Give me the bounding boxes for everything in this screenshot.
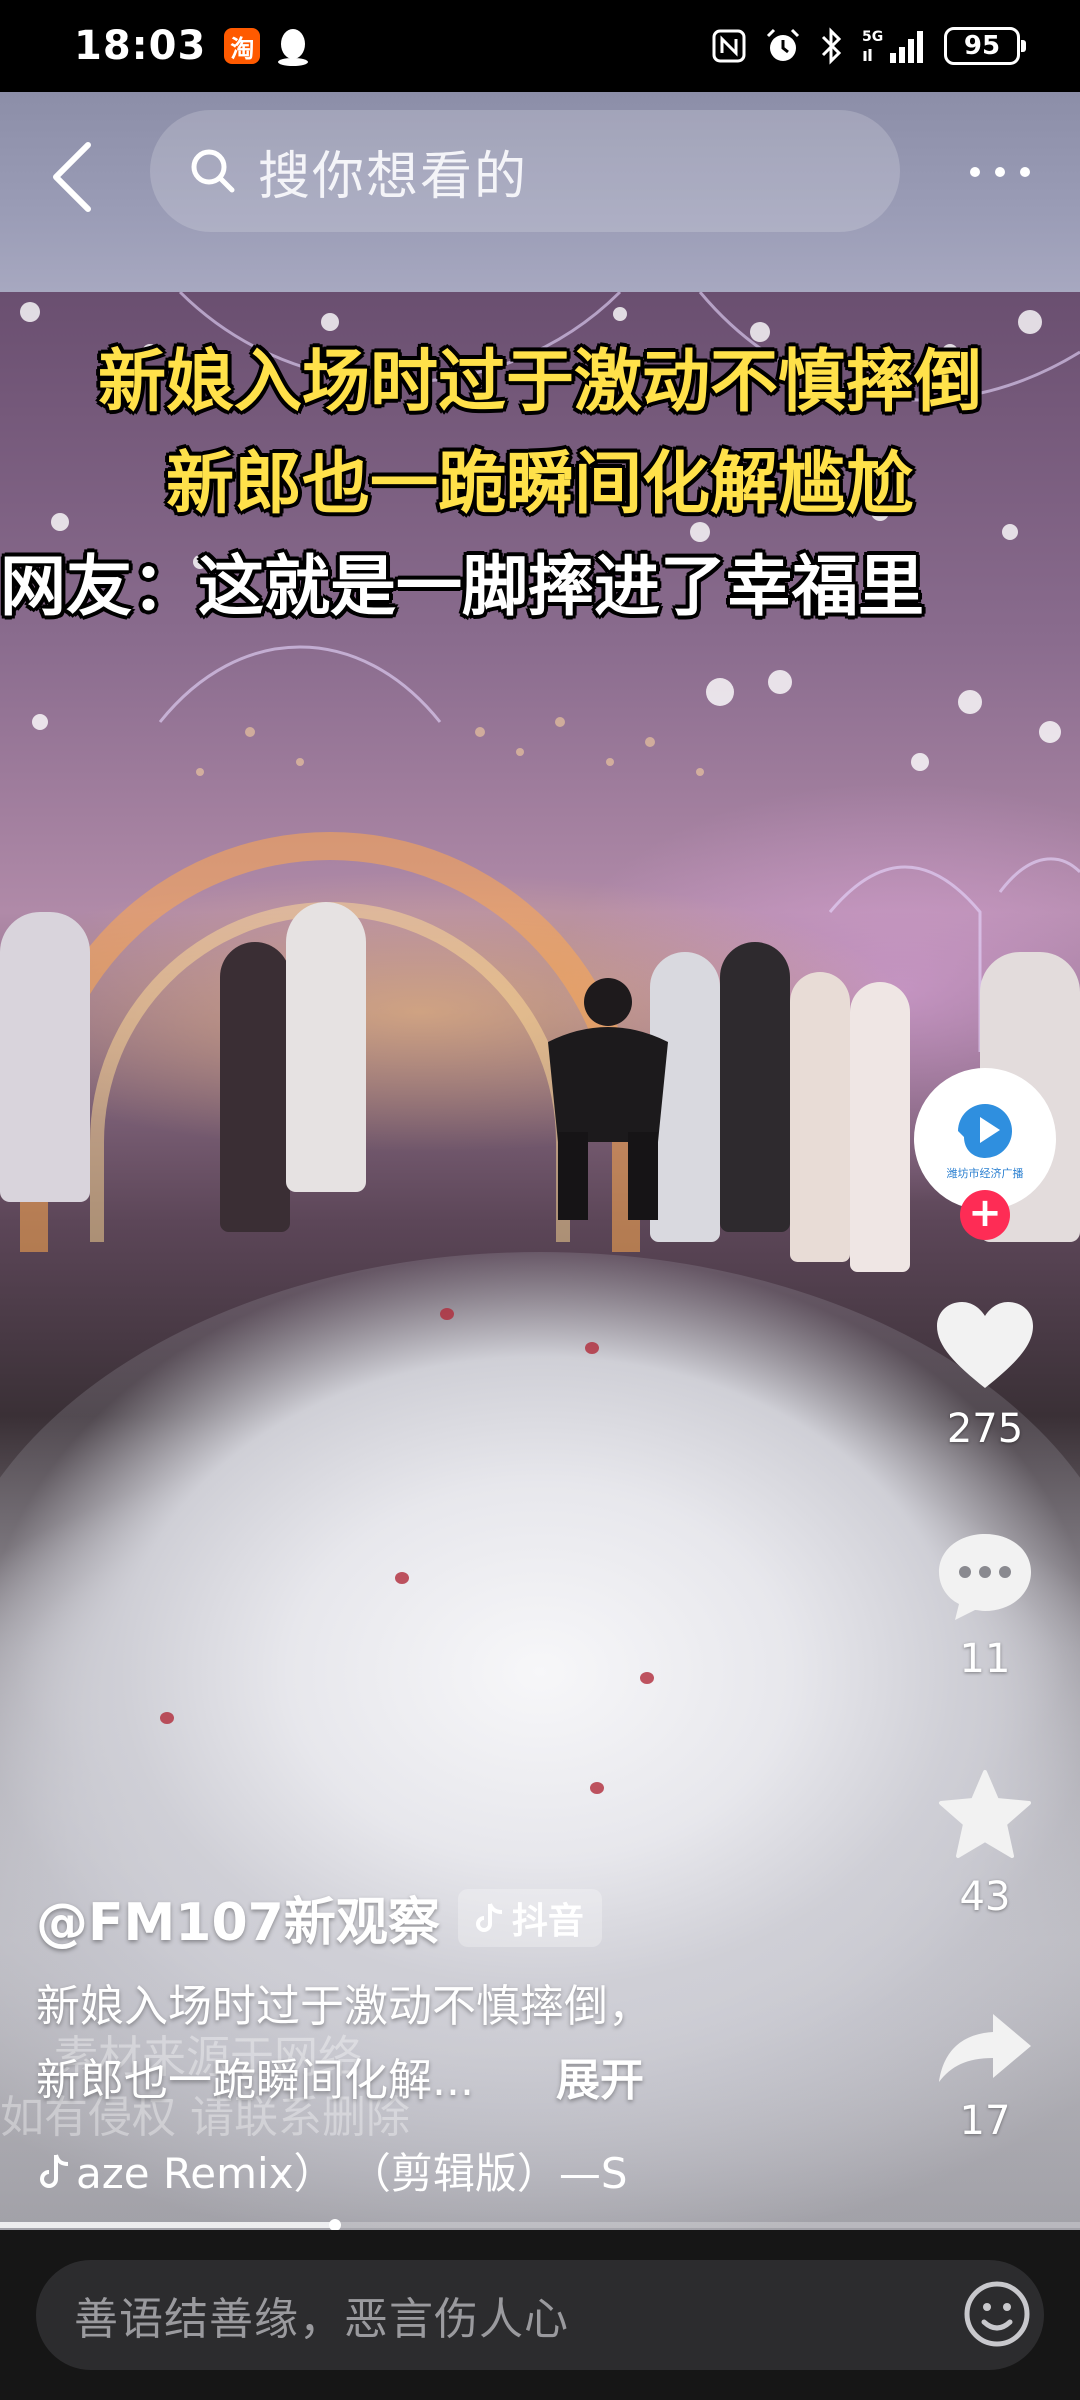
share-count: 17 <box>959 2098 1011 2144</box>
like-count: 275 <box>946 1406 1024 1452</box>
video-caption: 新娘入场时过于激动不慎摔倒 新郎也一跪瞬间化解尴尬 网友：这就是一脚摔进了幸福里 <box>0 332 1080 638</box>
like-action[interactable]: 275 <box>920 1300 1050 1452</box>
guest-figure <box>286 902 366 1192</box>
comment-placeholder: 善语结善缘，恶言伤人心 <box>74 2294 569 2345</box>
author-row: @FM107新观察 抖音 <box>36 1880 602 1955</box>
music-title: aze Remix） （剪辑版）—S <box>76 2149 628 2198</box>
dot-icon <box>1020 167 1030 177</box>
cellular-signal-icon: 5G <box>862 29 923 63</box>
star-icon[interactable] <box>937 1768 1033 1860</box>
caption-line-3: 网友：这就是一脚摔进了幸福里 <box>0 548 924 625</box>
petal <box>590 1782 604 1794</box>
share-arrow-icon[interactable] <box>937 2010 1033 2084</box>
groom-figure <box>548 978 668 1220</box>
author-avatar-group: 潍坊市经济广播 + <box>914 1068 1056 1240</box>
comment-bar: 善语结善缘，恶言伤人心 <box>0 2230 1080 2400</box>
guest-figure <box>220 942 290 1232</box>
favorite-count: 43 <box>959 1874 1011 1920</box>
dot-icon <box>995 167 1005 177</box>
description-line-1: 新娘入场时过于激动不慎摔倒， <box>36 1981 652 2032</box>
tiktok-note-icon <box>475 1902 502 1932</box>
radio-logo-icon <box>958 1104 1012 1159</box>
comment-action[interactable]: 11 <box>920 1530 1050 1682</box>
back-button[interactable] <box>50 132 110 222</box>
follow-button[interactable]: + <box>960 1190 1010 1240</box>
comment-bubble-icon[interactable] <box>937 1530 1033 1622</box>
taobao-app-icon: 淘 <box>224 28 261 64</box>
author-avatar[interactable]: 潍坊市经济广播 <box>914 1068 1056 1210</box>
guest-figure <box>0 912 90 1202</box>
expand-button[interactable]: 展开 <box>556 2044 644 2118</box>
search-icon <box>191 149 235 193</box>
petal <box>640 1672 654 1684</box>
petal <box>160 1712 174 1724</box>
alarm-icon <box>766 28 800 61</box>
description-line-2: 新郎也一跪瞬间化解... <box>36 2055 474 2106</box>
qq-penguin-icon <box>278 29 309 66</box>
guest-figure <box>720 942 790 1232</box>
status-icons: 5G 95 <box>712 27 1026 65</box>
progress-fill <box>0 2222 335 2228</box>
avatar-label: 潍坊市经济广播 <box>946 1167 1024 1180</box>
music-note-icon <box>40 2153 69 2188</box>
author-name[interactable]: @FM107新观察 <box>36 1880 440 1955</box>
nfc-icon <box>712 29 746 63</box>
petal <box>440 1308 454 1320</box>
comment-count: 11 <box>959 1636 1011 1682</box>
petal <box>585 1342 599 1354</box>
chevron-left-icon <box>53 142 91 212</box>
status-time: 18:03 <box>74 23 207 69</box>
caption-line-2: 新郎也一跪瞬间化解尴尬 <box>165 445 914 524</box>
more-options-button[interactable] <box>960 142 1040 202</box>
search-input[interactable]: 搜你想看的 <box>150 110 900 232</box>
guest-figure <box>850 982 910 1272</box>
dot-icon <box>970 167 980 177</box>
svg-text:5G: 5G <box>862 29 883 45</box>
favorite-action[interactable]: 43 <box>920 1768 1050 1920</box>
top-search-header: 搜你想看的 <box>0 92 1080 292</box>
guest-figure <box>790 972 850 1262</box>
share-action[interactable]: 17 <box>920 2010 1050 2144</box>
battery-indicator: 95 <box>944 27 1026 65</box>
emoji-icon[interactable] <box>952 2256 1042 2372</box>
bluetooth-icon <box>821 27 842 65</box>
video-description[interactable]: 新娘入场时过于激动不慎摔倒， 新郎也一跪瞬间化解... 展开 <box>36 1970 796 2118</box>
battery-level: 95 <box>963 31 1001 61</box>
caption-line-1: 新娘入场时过于激动不慎摔倒 <box>97 343 982 422</box>
source-label: 抖音 <box>511 1900 584 1942</box>
video-progress-bar[interactable] <box>0 2219 1080 2231</box>
source-badge[interactable]: 抖音 <box>457 1888 602 1947</box>
comment-input[interactable]: 善语结善缘，恶言伤人心 <box>36 2260 1044 2370</box>
status-bar: 18:03 淘 5G 95 <box>0 0 1080 92</box>
search-placeholder: 搜你想看的 <box>258 146 529 207</box>
heart-icon[interactable] <box>935 1300 1035 1392</box>
petal <box>395 1572 409 1584</box>
music-track[interactable]: aze Remix） （剪辑版）—S <box>40 2140 628 2201</box>
